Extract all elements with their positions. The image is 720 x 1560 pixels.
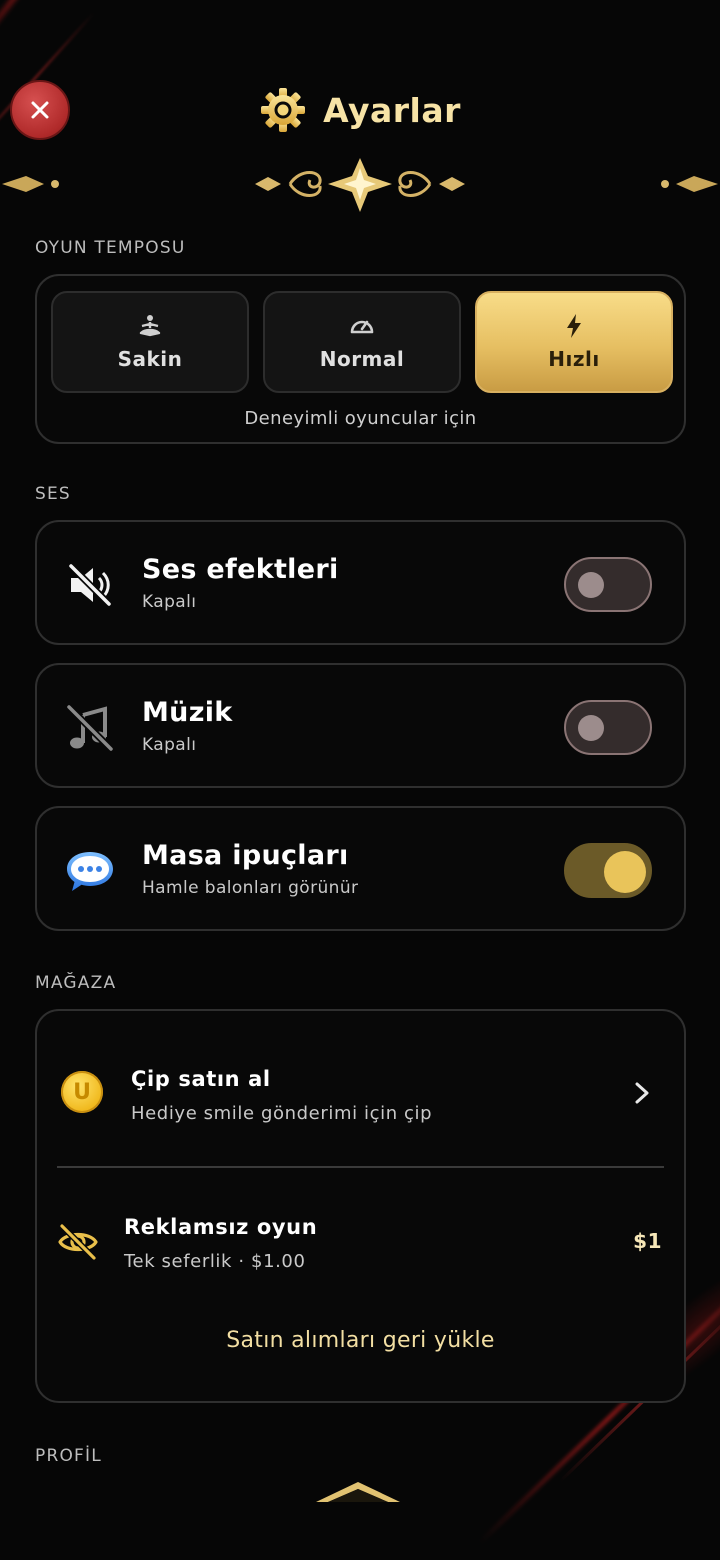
sound-effects-row: Ses efektleri Kapalı <box>35 520 686 645</box>
tempo-card: Sakin Normal Hızlı Deneyimli oyuncular i… <box>35 274 686 444</box>
background-streak <box>0 0 103 95</box>
speaker-muted-icon <box>65 560 115 610</box>
tempo-option-hizli[interactable]: Hızlı <box>475 291 673 393</box>
eye-off-icon <box>58 1223 98 1261</box>
row-subtitle: Kapalı <box>142 592 197 612</box>
page-title: Ayarlar <box>323 90 461 130</box>
section-label-tempo: OYUN TEMPOSU <box>35 238 186 258</box>
section-label-profile: PROFİL <box>35 1446 102 1466</box>
tempo-description: Deneyimli oyuncular için <box>244 408 477 429</box>
buy-chips-row[interactable]: U Çip satın al Hediye smile gönderimi iç… <box>37 1011 684 1161</box>
ornamental-divider <box>2 158 718 212</box>
music-toggle[interactable] <box>564 700 652 755</box>
chevron-right-icon <box>635 1082 649 1104</box>
music-off-icon <box>65 703 115 753</box>
no-ads-subtitle: Tek seferlik · $1.00 <box>124 1251 306 1272</box>
toggle-knob <box>578 715 604 741</box>
tempo-option-label: Sakin <box>117 347 183 371</box>
row-title: Müzik <box>142 697 233 728</box>
row-subtitle: Kapalı <box>142 735 197 755</box>
speedometer-icon <box>350 320 374 334</box>
toggle-knob <box>604 851 646 893</box>
tempo-option-normal[interactable]: Normal <box>263 291 461 393</box>
music-row: Müzik Kapalı <box>35 663 686 788</box>
profile-rank-emblem <box>316 1482 400 1502</box>
buy-chips-title: Çip satın al <box>131 1067 271 1091</box>
page-header: Ayarlar <box>0 82 720 138</box>
no-ads-title: Reklamsız oyun <box>124 1215 318 1239</box>
no-ads-price[interactable]: $1 <box>633 1229 662 1253</box>
section-label-sound: SES <box>35 484 71 504</box>
tempo-option-sakin[interactable]: Sakin <box>51 291 249 393</box>
meditation-icon <box>139 315 161 337</box>
tempo-option-label: Normal <box>319 347 405 371</box>
gear-icon <box>261 88 306 132</box>
toggle-knob <box>578 572 604 598</box>
row-subtitle: Hamle balonları görünür <box>142 878 359 898</box>
store-card: U Çip satın al Hediye smile gönderimi iç… <box>35 1009 686 1403</box>
section-label-store: MAĞAZA <box>35 973 117 993</box>
table-hints-toggle[interactable] <box>564 843 652 898</box>
buy-chips-subtitle: Hediye smile gönderimi için çip <box>131 1103 433 1124</box>
table-hints-row: Masa ipuçları Hamle balonları görünür <box>35 806 686 931</box>
lightning-icon <box>567 314 581 338</box>
chat-bubble-icon <box>65 846 115 896</box>
tempo-option-label: Hızlı <box>548 347 600 371</box>
row-title: Masa ipuçları <box>142 840 349 871</box>
coin-letter: U <box>73 1079 91 1105</box>
row-title: Ses efektleri <box>142 554 339 585</box>
sound-effects-toggle[interactable] <box>564 557 652 612</box>
divider <box>57 1166 664 1168</box>
restore-purchases-button[interactable]: Satın alımları geri yükle <box>37 1328 684 1353</box>
coin-icon: U <box>61 1071 103 1113</box>
